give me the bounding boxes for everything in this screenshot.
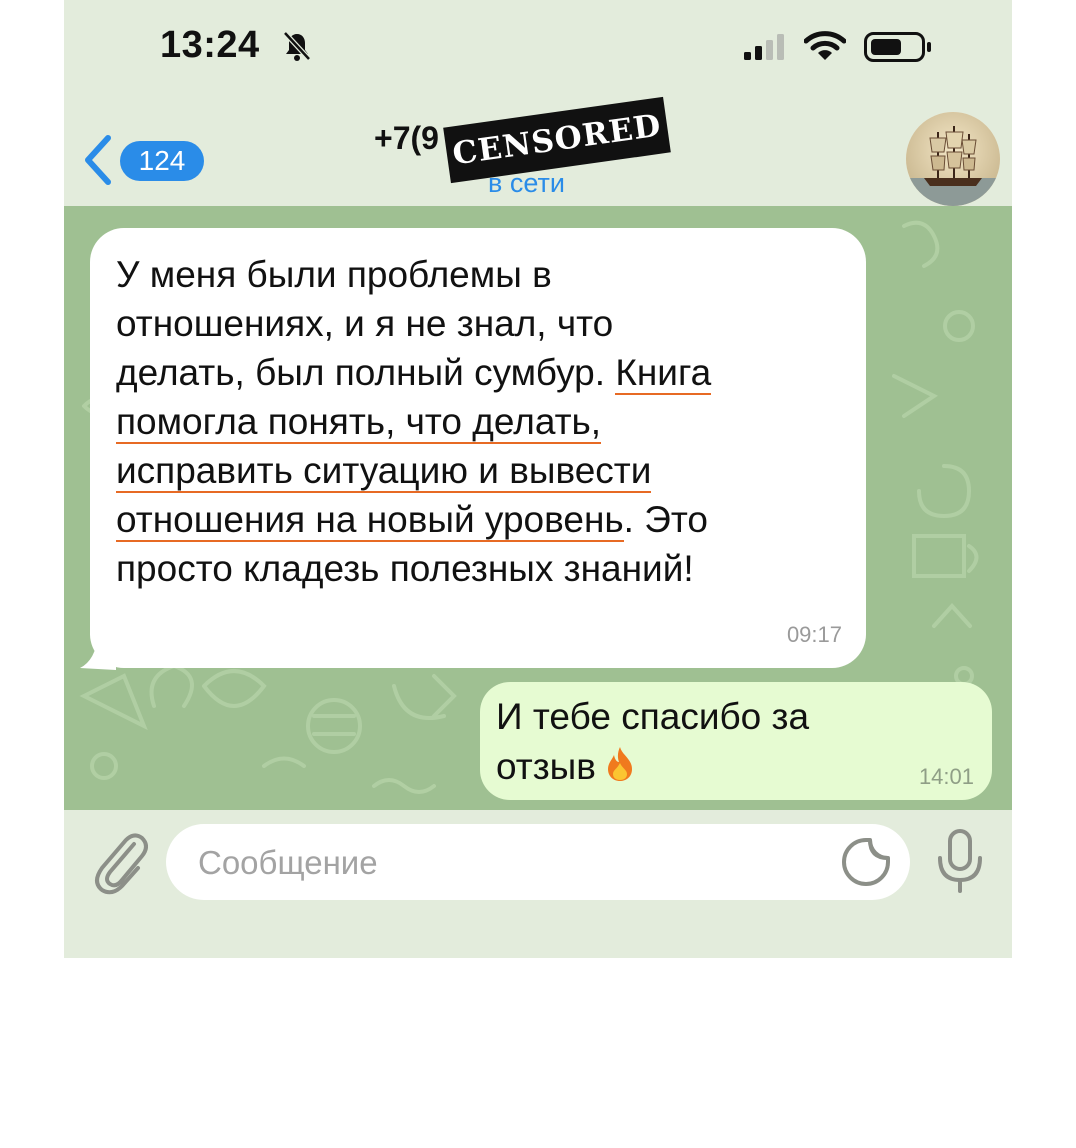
message-composer[interactable] bbox=[166, 824, 910, 900]
fire-icon bbox=[607, 747, 632, 781]
incoming-message-bubble[interactable]: У меня были проблемы в отношениях, и я н… bbox=[90, 228, 866, 668]
sticker-icon[interactable] bbox=[840, 836, 892, 888]
highlighted-text: исправить ситуацию и вывести bbox=[116, 450, 652, 493]
cellular-signal-icon bbox=[744, 34, 784, 60]
chat-history[interactable]: У меня были проблемы в отношениях, и я н… bbox=[64, 206, 1012, 810]
message-timestamp: 09:17 bbox=[786, 622, 842, 647]
highlighted-text: Книга bbox=[615, 352, 712, 395]
message-timestamp: 14:01 bbox=[918, 764, 974, 789]
ship-painting-icon bbox=[906, 112, 1000, 206]
paperclip-icon[interactable] bbox=[90, 826, 148, 896]
message-line: И тебе спасибо за bbox=[496, 696, 810, 737]
battery-icon bbox=[864, 32, 931, 62]
status-time: 13:24 bbox=[160, 24, 260, 66]
message-line: исправить ситуацию и вывести bbox=[116, 446, 856, 495]
message-input[interactable] bbox=[196, 838, 820, 888]
message-line: помогла понять, что делать, bbox=[116, 397, 856, 446]
message-line: отношения на новый уровень. Это bbox=[116, 499, 708, 542]
bell-slash-icon bbox=[283, 31, 311, 61]
unread-count-badge[interactable]: 124 bbox=[120, 141, 204, 181]
telegram-chat-screen: 13:24 124 +7(9 -52 в сети CENSORED У мен… bbox=[64, 0, 1012, 958]
outgoing-message-bubble[interactable]: И тебе спасибо за отзыв 14:01 bbox=[480, 682, 992, 800]
wifi-icon bbox=[804, 31, 846, 60]
message-line: просто кладезь полезных знаний! bbox=[116, 548, 694, 589]
microphone-icon[interactable] bbox=[934, 828, 986, 894]
chevron-left-icon[interactable] bbox=[80, 134, 116, 186]
incoming-message-text: У меня были проблемы в отношениях, и я н… bbox=[116, 250, 856, 593]
highlighted-text: отношения на новый уровень bbox=[116, 499, 624, 542]
message-line: отзыв bbox=[496, 742, 809, 792]
message-line: отношениях, и я не знал, что bbox=[116, 303, 614, 344]
outgoing-message-text: И тебе спасибо за отзыв bbox=[496, 692, 809, 792]
message-line: У меня были проблемы в bbox=[116, 254, 552, 295]
message-line: делать, был полный сумбур. Книга bbox=[116, 352, 712, 395]
highlighted-text: помогла понять, что делать, bbox=[116, 401, 602, 444]
contact-avatar[interactable] bbox=[906, 112, 1000, 206]
